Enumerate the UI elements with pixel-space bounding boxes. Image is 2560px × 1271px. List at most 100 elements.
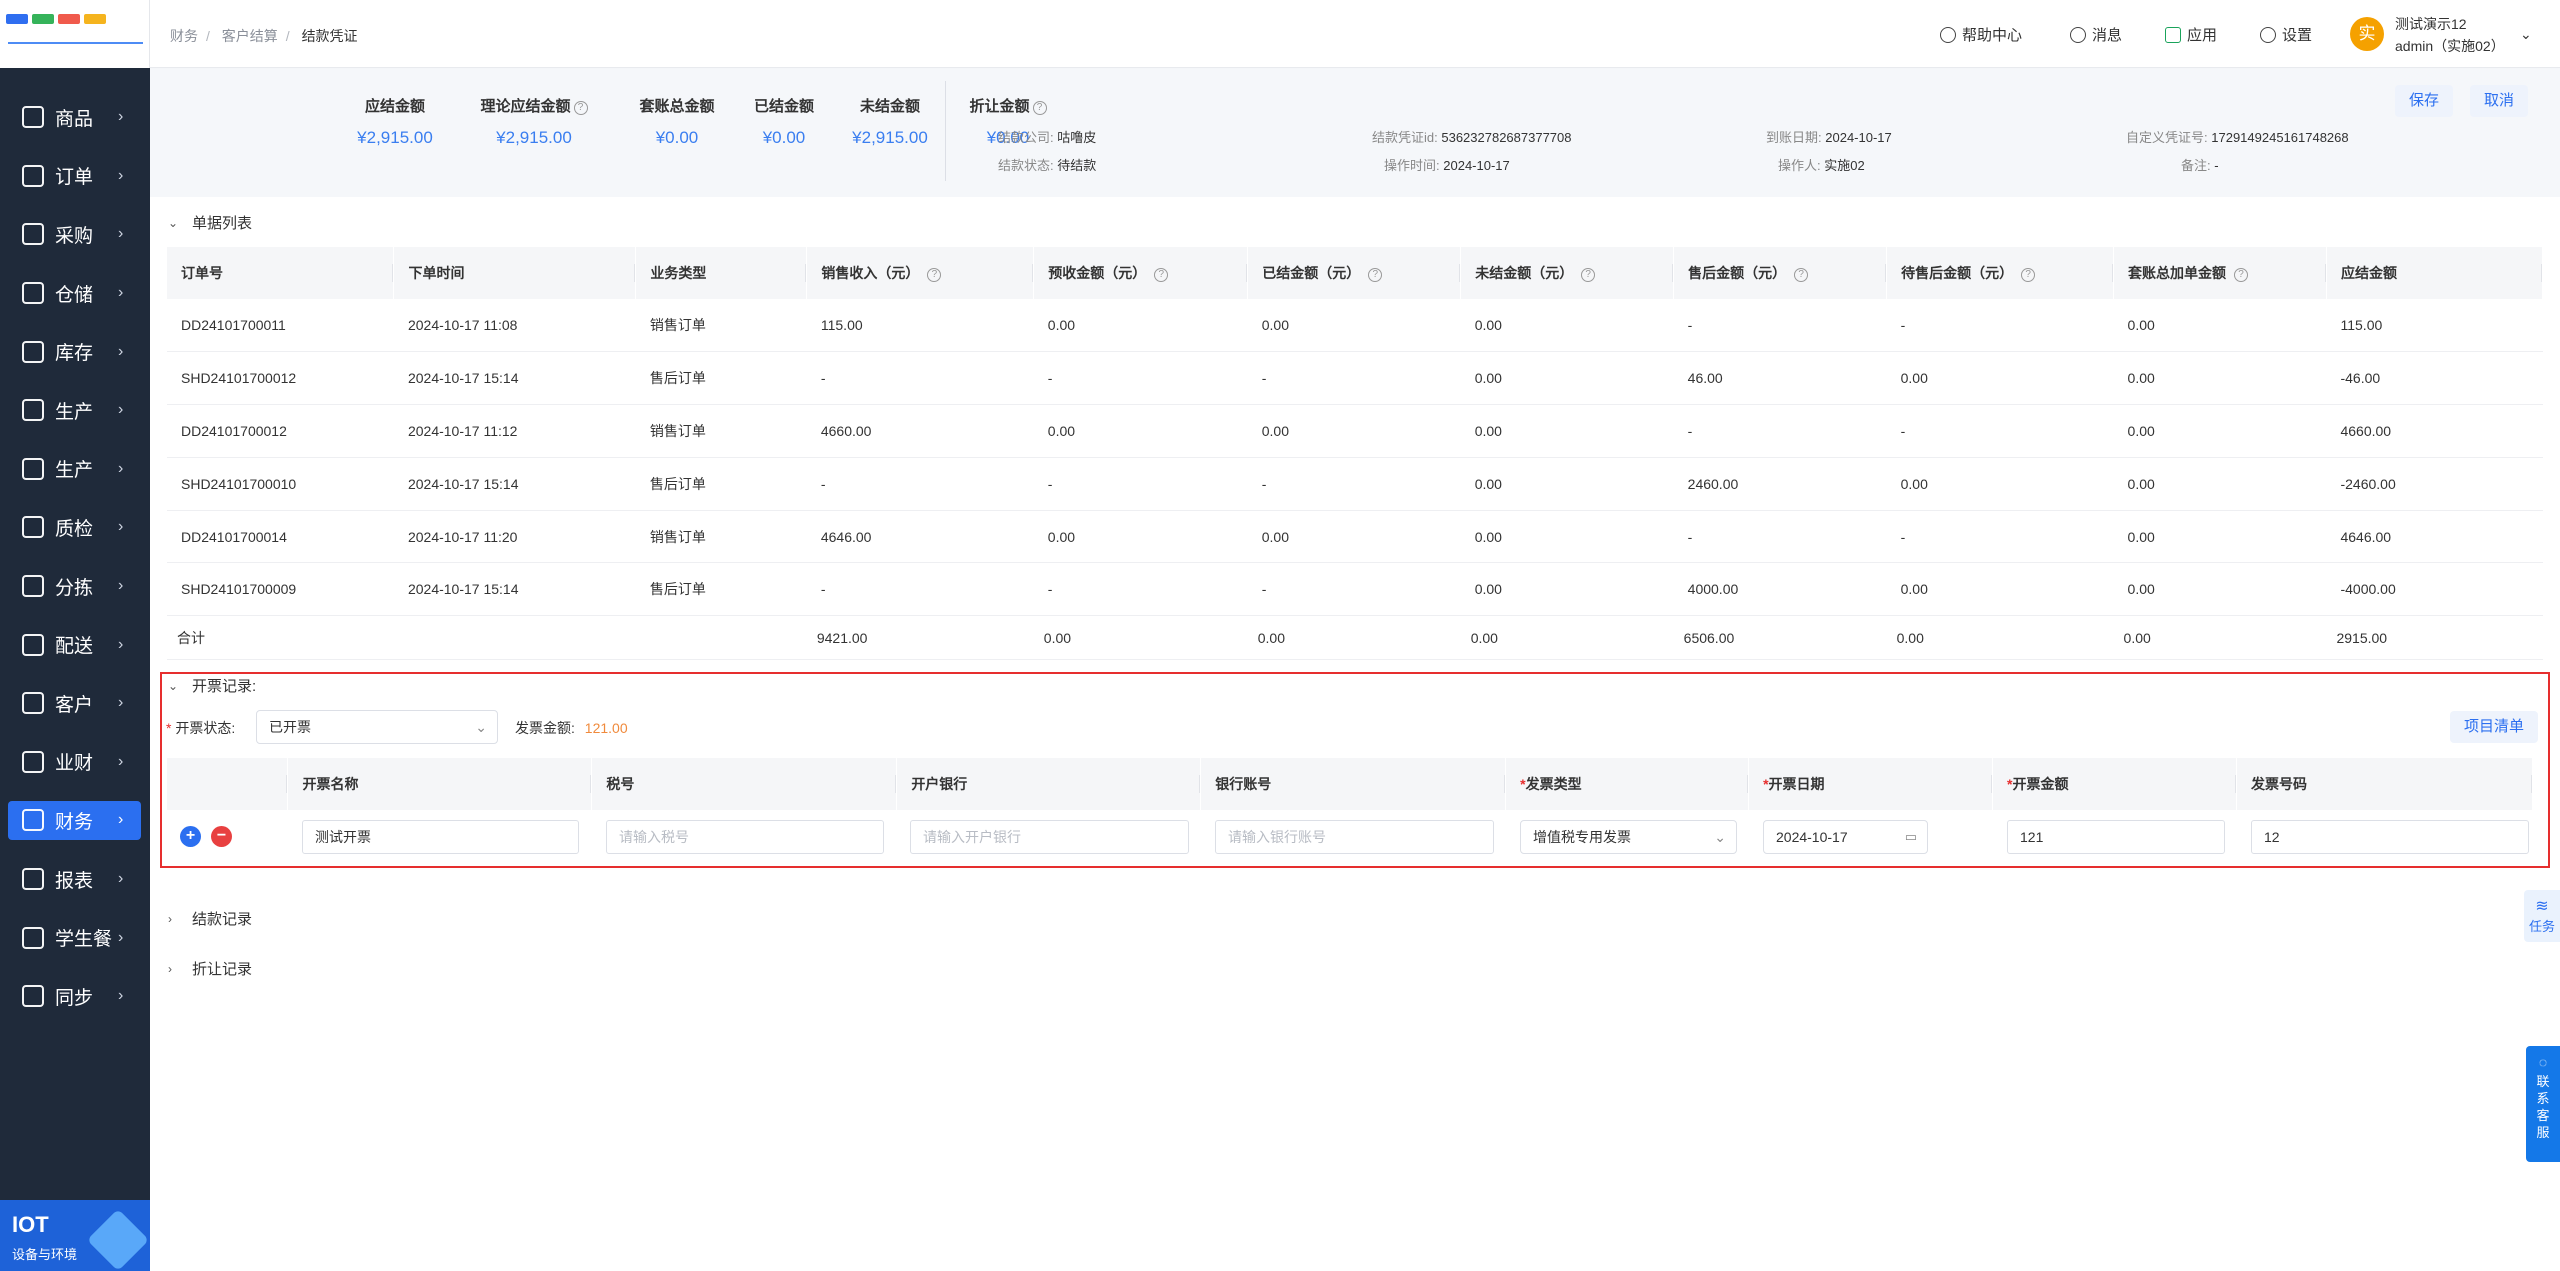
apps-icon [2165,26,2181,43]
sidebar-item-2[interactable]: 采购 › [0,205,150,264]
stat-value: ¥2,915.00 [357,128,433,147]
table-cell: 0.00 [1886,351,2114,406]
brand-banner[interactable]: IOT 设备与环境 [0,1200,150,1271]
help-icon[interactable]: ? [1794,268,1809,282]
user-account[interactable]: admin（实施02） [2395,36,2505,56]
table-cell: 0.00 [2113,562,2327,617]
purchase-icon [22,223,44,246]
company-label: 结款公司: [998,130,1054,145]
save-button[interactable]: 保存 [2395,85,2454,117]
table-cell: 0.00 [1247,404,1461,458]
help-icon[interactable]: ? [2021,268,2036,282]
sidebar-item-3[interactable]: 仓储 › [0,264,150,323]
sidebar-item-5[interactable]: 生产 › [0,381,150,440]
table-cell: 115.00 [2326,299,2543,353]
task-float-button[interactable]: ≋ 任务 [2524,890,2560,942]
help-icon[interactable]: ? [573,101,588,115]
stat-value: ¥2,915.00 [496,128,572,147]
goods-icon [22,106,44,129]
settings-link[interactable]: 设置 [2260,24,2312,45]
cancel-button[interactable]: 取消 [2470,85,2529,117]
invoice-type-select[interactable]: 增值税专用发票 ⌄ [1520,820,1737,854]
sidebar-item-10[interactable]: 客户 › [0,674,150,733]
customer-service-button[interactable]: ◌ 联 系 客 服 [2526,1046,2560,1162]
invoice-toggle[interactable]: ⌄ 开票记录: [168,675,256,696]
avatar[interactable]: 实 [2350,17,2384,51]
messages-link[interactable]: 消息 [2070,24,2122,45]
table-cell: 0.00 [1033,404,1248,458]
remove-row-button[interactable]: − [211,826,232,847]
table-row[interactable]: DD24101700014 2024-10-17 11:20 销售订单 4646.00… [167,510,2543,564]
sidebar-item-15[interactable]: 同步 › [0,967,150,1026]
sidebar-item-11[interactable]: 业财 › [0,733,150,792]
help-icon[interactable]: ? [1368,268,1383,282]
summary-stat: 应结金额 ¥2,915.00 [325,95,465,148]
help-icon[interactable]: ? [1032,101,1047,115]
table-row[interactable]: DD24101700011 2024-10-17 11:08 销售订单 115.00 0… [167,299,2543,353]
settlement-record-toggle[interactable]: › 结款记录 [168,908,252,929]
apps-link[interactable]: 应用 [2165,24,2217,45]
chevron-down-icon: ⌄ [168,215,179,230]
bank-account-input[interactable]: 请输入银行账号 [1215,820,1494,854]
order-list-toggle[interactable]: ⌄ 单据列表 [168,212,252,233]
table-cell: - [1247,562,1461,617]
invoice-status-select[interactable]: 已开票 ⌄ [256,710,498,744]
tax-number-input[interactable]: 请输入税号 [606,820,884,854]
sidebar-item-4[interactable]: 库存 › [0,322,150,381]
breadcrumb-finance[interactable]: 财务 [170,28,198,44]
sidebar-item-1[interactable]: 订单 › [0,147,150,206]
chevron-down-icon[interactable]: ⌄ [2520,26,2532,43]
breadcrumb-settlement[interactable]: 客户结算 [222,28,278,44]
order-column-header: 销售收入（元）? [806,247,1035,299]
sum-cell: 6506.00 [1673,615,1887,661]
sidebar-item-13[interactable]: 报表 › [0,850,150,909]
bank-input[interactable]: 请输入开户银行 [910,820,1189,854]
optime-info: 操作时间: 2024-10-17 [1384,155,1510,174]
sidebar-item-12[interactable]: 财务 › [0,791,150,850]
help-center-link[interactable]: 帮助中心 [1940,24,2022,45]
help-icon[interactable]: ? [927,268,942,282]
layers-icon: ≋ [2535,898,2549,915]
invoice-date-picker[interactable]: 2024-10-17 ▭ [1763,820,1928,854]
company-info: 结款公司: 咕噜皮 [998,127,1096,146]
chevron-right-icon: › [168,911,172,926]
help-icon[interactable]: ? [2234,268,2249,282]
help-icon[interactable]: ? [1581,268,1596,282]
items-list-button[interactable]: 项目清单 [2450,711,2539,743]
order-column-header: 未结金额（元）? [1460,247,1675,299]
task-label: 任务 [2528,919,2555,934]
invoice-column-header: 银行账号 [1200,758,1507,810]
chevron-right-icon: › [118,635,124,653]
table-cell: 4660.00 [2326,404,2543,458]
table-row[interactable]: SHD24101700012 2024-10-17 15:14 售后订单 - - -0.0… [167,351,2543,406]
brand-title: IOT [12,1212,49,1237]
help-label: 帮助中心 [1962,27,2023,44]
sidebar-item-6[interactable]: 生产 › [0,440,150,499]
discount-record-toggle[interactable]: › 折让记录 [168,958,252,979]
sidebar-item-14[interactable]: 学生餐 › [0,908,150,967]
table-row[interactable]: SHD24101700010 2024-10-17 15:14 售后订单 - - -0.0… [167,457,2543,511]
table-cell: 0.00 [1247,299,1461,353]
sidebar-item-label: 学生餐 [55,929,113,951]
table-row[interactable]: SHD24101700009 2024-10-17 15:14 售后订单 - - -0.0… [167,562,2543,617]
invoice-number-input[interactable]: 12 [2251,820,2529,854]
invoice-amount-input[interactable]: 121 [2007,820,2225,854]
table-row[interactable]: DD24101700012 2024-10-17 11:12 销售订单 4660.00… [167,404,2543,458]
help-icon[interactable]: ? [1154,268,1169,282]
invoice-amount-value: 121.00 [584,720,628,736]
sidebar-item-0[interactable]: 商品 › [0,88,150,147]
user-name[interactable]: 测试演示12 [2395,14,2467,34]
table-cell: - [1033,562,1248,617]
invoice-column-header: *开票金额 [1992,758,2237,810]
invoice-name-input[interactable]: 测试开票 [302,820,579,854]
order-column-header: 下单时间 [393,247,637,299]
stat-label: 折让金额? [938,95,1078,116]
sidebar-item-8[interactable]: 分拣 › [0,557,150,616]
production-icon [22,457,44,480]
help-icon [1940,26,1956,43]
sidebar-item-9[interactable]: 配送 › [0,615,150,674]
add-row-button[interactable]: + [180,826,201,847]
sidebar-item-7[interactable]: 质检 › [0,498,150,557]
optime-value: 2024-10-17 [1443,158,1510,173]
settlement-record-title: 结款记录 [192,911,253,928]
